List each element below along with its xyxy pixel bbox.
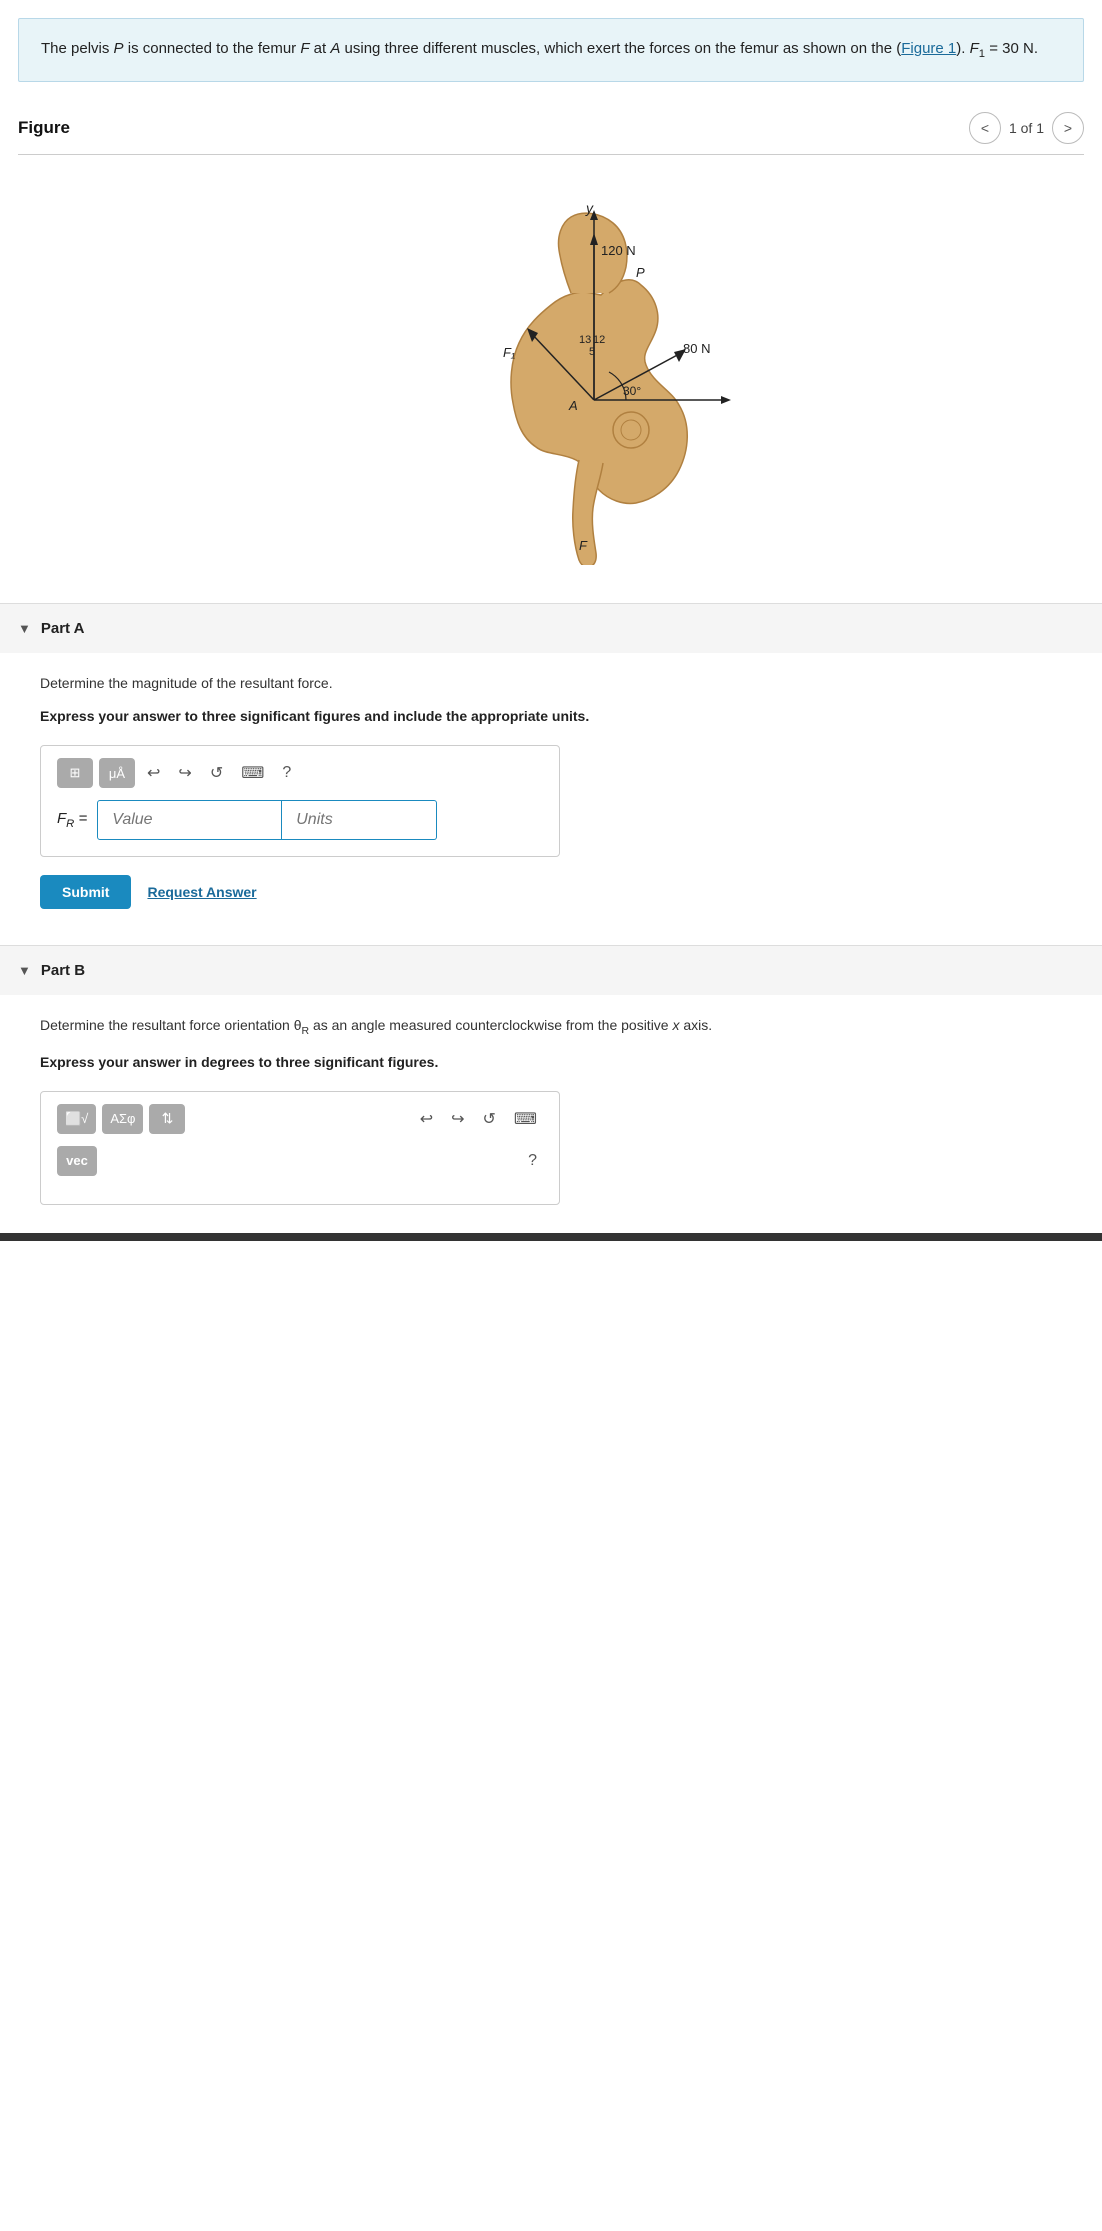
part-a-description: Determine the magnitude of the resultant… bbox=[40, 673, 1062, 694]
svg-text:30°: 30° bbox=[623, 384, 641, 398]
matrix-sqrt-button[interactable]: ⬜√ bbox=[57, 1104, 96, 1134]
value-input[interactable] bbox=[97, 800, 282, 840]
figure-prev-button[interactable]: < bbox=[969, 112, 1001, 144]
mu-button[interactable]: μÅ bbox=[99, 758, 135, 788]
part-b-redo-button[interactable]: ↪ bbox=[445, 1105, 470, 1133]
vec-button[interactable]: vec bbox=[57, 1146, 97, 1176]
matrix-sqrt-icon: ⬜√ bbox=[65, 1111, 88, 1127]
part-b-toolbar-row2: vec ? bbox=[57, 1146, 543, 1176]
part-b-description: Determine the resultant force orientatio… bbox=[40, 1015, 1062, 1040]
svg-text:120 N: 120 N bbox=[601, 243, 636, 258]
refresh-button[interactable]: ↺ bbox=[204, 759, 229, 787]
mu-icon: μÅ bbox=[109, 766, 125, 781]
svg-text:12: 12 bbox=[593, 334, 605, 346]
sigma-phi-button[interactable]: ΑΣφ bbox=[102, 1104, 143, 1134]
part-b-undo-button[interactable]: ↩ bbox=[414, 1105, 439, 1133]
part-b-chevron: ▼ bbox=[18, 963, 31, 978]
part-a-toolbar: ⊞ μÅ ↩ ↪ ↺ ⌨ ? bbox=[57, 758, 543, 788]
part-a-chevron: ▼ bbox=[18, 621, 31, 636]
part-b-instruction: Express your answer in degrees to three … bbox=[40, 1052, 1062, 1073]
svg-text:P: P bbox=[636, 265, 645, 280]
figure-header: Figure < 1 of 1 > bbox=[18, 112, 1084, 155]
part-a-instruction: Express your answer to three significant… bbox=[40, 706, 1062, 727]
part-a-content: Determine the magnitude of the resultant… bbox=[0, 653, 1102, 937]
part-b-answer-box: ⬜√ ΑΣφ ⇅ ↩ ↪ ↺ ⌨ vec ? bbox=[40, 1091, 560, 1205]
figure-next-button[interactable]: > bbox=[1052, 112, 1084, 144]
part-a-actions: Submit Request Answer bbox=[40, 875, 1062, 909]
figure-title: Figure bbox=[18, 118, 70, 138]
figure-image-area: y x A 120 N P 80 N F bbox=[18, 155, 1084, 595]
sort-button[interactable]: ⇅ bbox=[149, 1104, 185, 1134]
matrix-icon: ⊞ bbox=[70, 765, 81, 781]
svg-text:A: A bbox=[568, 398, 578, 413]
part-b-section: ▼ Part B Determine the resultant force o… bbox=[0, 945, 1102, 1233]
part-a-header[interactable]: ▼ Part A bbox=[0, 604, 1102, 653]
part-b-refresh-button[interactable]: ↺ bbox=[477, 1105, 502, 1133]
submit-button[interactable]: Submit bbox=[40, 875, 131, 909]
redo-button[interactable]: ↪ bbox=[172, 759, 197, 787]
figure-diagram: y x A 120 N P 80 N F bbox=[371, 185, 731, 565]
progress-bar bbox=[0, 1233, 1102, 1241]
part-a-answer-box: ⊞ μÅ ↩ ↪ ↺ ⌨ ? FR = bbox=[40, 745, 560, 857]
svg-text:y: y bbox=[585, 200, 594, 216]
part-b-help-button[interactable]: ? bbox=[522, 1148, 543, 1174]
part-a-label: Part A bbox=[41, 620, 85, 637]
svg-text:F₁: F₁ bbox=[503, 345, 515, 360]
vec-label: vec bbox=[66, 1153, 88, 1168]
figure-count: 1 of 1 bbox=[1009, 120, 1044, 136]
part-b-label: Part B bbox=[41, 962, 85, 979]
svg-text:80 N: 80 N bbox=[683, 341, 710, 356]
svg-text:F: F bbox=[579, 538, 588, 553]
request-answer-button[interactable]: Request Answer bbox=[147, 884, 256, 900]
fr-label: FR = bbox=[57, 810, 87, 830]
part-b-header[interactable]: ▼ Part B bbox=[0, 946, 1102, 995]
part-b-content: Determine the resultant force orientatio… bbox=[0, 995, 1102, 1233]
part-a-section: ▼ Part A Determine the magnitude of the … bbox=[0, 603, 1102, 937]
problem-text: The pelvis P is connected to the femur F… bbox=[41, 40, 1038, 57]
help-button[interactable]: ? bbox=[276, 760, 297, 786]
figure-link[interactable]: Figure 1 bbox=[901, 40, 956, 57]
part-b-keyboard-button[interactable]: ⌨ bbox=[508, 1105, 543, 1133]
undo-button[interactable]: ↩ bbox=[141, 759, 166, 787]
sigma-phi-icon: ΑΣφ bbox=[110, 1111, 135, 1126]
figure-section: Figure < 1 of 1 > bbox=[18, 112, 1084, 595]
sort-icon: ⇅ bbox=[162, 1110, 174, 1126]
matrix-button[interactable]: ⊞ bbox=[57, 758, 93, 788]
svg-text:13: 13 bbox=[579, 334, 591, 346]
svg-text:5: 5 bbox=[589, 346, 595, 358]
problem-statement: The pelvis P is connected to the femur F… bbox=[18, 18, 1084, 82]
figure-nav: < 1 of 1 > bbox=[969, 112, 1084, 144]
part-b-toolbar-row1: ⬜√ ΑΣφ ⇅ ↩ ↪ ↺ ⌨ bbox=[57, 1104, 543, 1134]
units-input[interactable] bbox=[282, 800, 437, 840]
keyboard-button[interactable]: ⌨ bbox=[235, 759, 270, 787]
part-a-input-row: FR = bbox=[57, 800, 543, 840]
